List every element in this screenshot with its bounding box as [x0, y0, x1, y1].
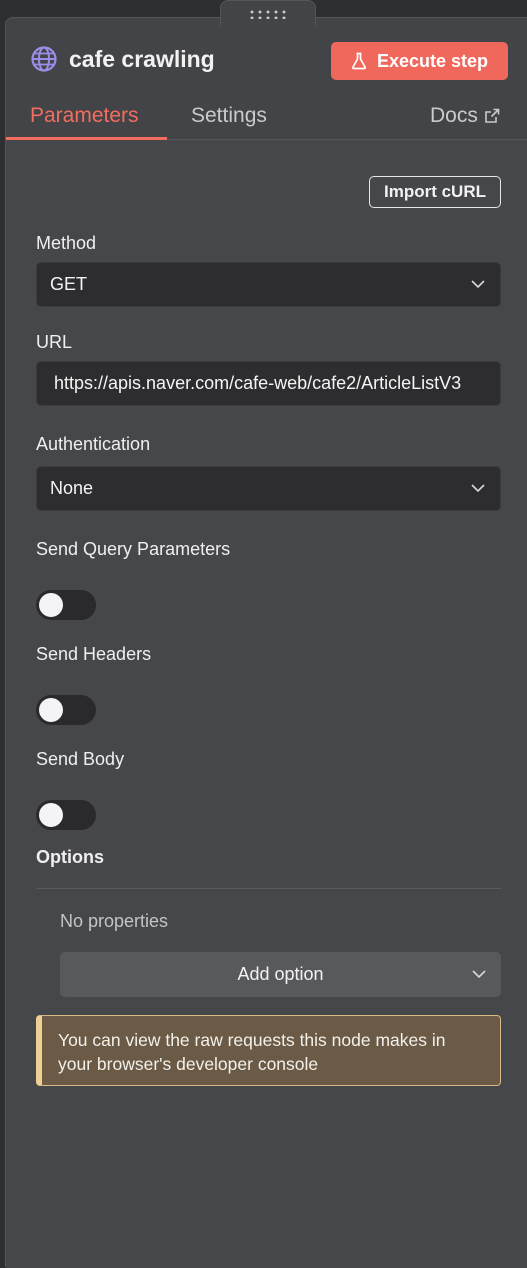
execute-step-label: Execute step — [376, 50, 489, 71]
drag-handle[interactable] — [220, 0, 316, 26]
developer-console-notice: You can view the raw requests this node … — [36, 1015, 501, 1086]
globe-icon — [31, 46, 57, 72]
method-select[interactable]: GET — [36, 262, 501, 307]
parameters-content: Import cURL Method GET URL https://apis.… — [6, 140, 527, 1268]
authentication-select[interactable]: None — [36, 466, 501, 511]
send-body-toggle[interactable] — [36, 800, 96, 830]
chevron-down-icon — [472, 970, 486, 979]
add-option-label: Add option — [237, 964, 324, 984]
tab-docs[interactable]: Docs — [430, 104, 500, 128]
url-label: URL — [36, 332, 73, 352]
authentication-label: Authentication — [36, 434, 151, 454]
chevron-down-icon — [471, 484, 485, 493]
external-link-icon — [485, 108, 500, 123]
grip-icon — [248, 9, 290, 19]
authentication-value: None — [50, 478, 94, 498]
node-settings-panel: cafe crawling Execute step Parameters Se… — [5, 17, 527, 1268]
tab-settings[interactable]: Settings — [191, 104, 267, 128]
node-title[interactable]: cafe crawling — [69, 46, 215, 73]
send-body-label: Send Body — [36, 749, 125, 769]
send-headers-label: Send Headers — [36, 644, 152, 664]
chevron-down-icon — [471, 280, 485, 289]
no-properties-text: No properties — [60, 911, 169, 931]
toggle-knob — [39, 593, 63, 617]
panel-header: cafe crawling Execute step Parameters Se… — [6, 18, 527, 140]
execute-step-button[interactable]: Execute step — [331, 42, 508, 80]
options-divider — [36, 888, 501, 889]
send-query-toggle[interactable] — [36, 590, 96, 620]
tab-docs-label: Docs — [430, 104, 478, 127]
add-option-button[interactable]: Add option — [60, 952, 501, 997]
toggle-knob — [39, 698, 63, 722]
send-query-label: Send Query Parameters — [36, 539, 231, 559]
toggle-knob — [39, 803, 63, 827]
url-input[interactable]: https://apis.naver.com/cafe-web/cafe2/Ar… — [36, 361, 501, 406]
flask-icon — [351, 52, 366, 70]
import-curl-button[interactable]: Import cURL — [369, 176, 501, 208]
method-value: GET — [50, 274, 88, 294]
send-headers-toggle[interactable] — [36, 695, 96, 725]
options-label: Options — [36, 847, 104, 867]
method-label: Method — [36, 233, 97, 253]
tab-bar: Parameters Settings Docs — [6, 92, 527, 140]
tab-parameters[interactable]: Parameters — [30, 104, 139, 128]
